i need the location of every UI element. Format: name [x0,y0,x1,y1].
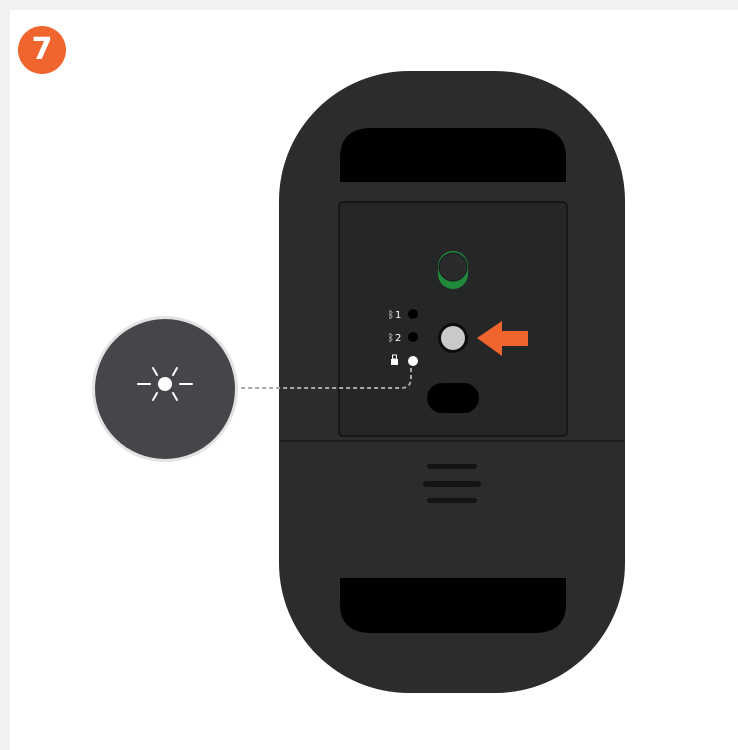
channel-1-led [408,309,418,319]
connect-button[interactable] [438,323,468,353]
sensor-window [427,383,479,413]
power-switch[interactable] [438,251,468,289]
bluetooth-icon: ᛒ [388,333,394,344]
top-foot-pad [340,128,566,182]
mouse-bottom-illustration: ᛒ 1 ᛒ 2 [92,71,625,693]
receiver-channel-led [408,356,418,366]
channel-1-label: 1 [395,310,401,321]
channel-2-led [408,332,418,342]
channel-2-label: 2 [395,333,401,344]
bottom-foot-pad [340,578,566,633]
bluetooth-icon: ᛒ [388,310,394,321]
